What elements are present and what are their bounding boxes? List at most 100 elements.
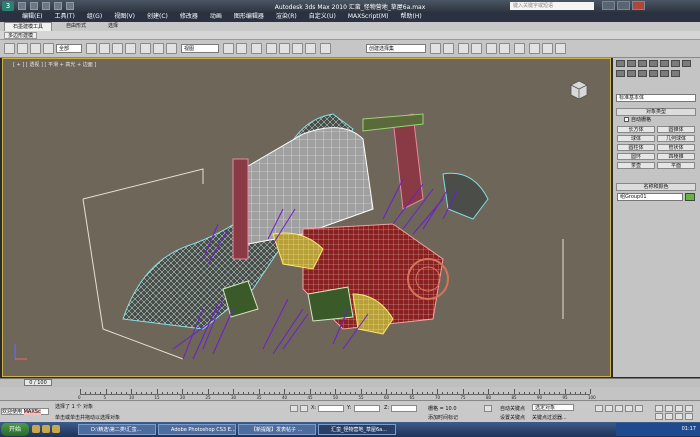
viewcube-icon[interactable] xyxy=(566,77,592,103)
object-type-button[interactable]: 平面 xyxy=(657,162,695,169)
menu-item[interactable]: 图形编辑器 xyxy=(234,12,264,22)
ie-icon[interactable] xyxy=(32,425,40,433)
new-file-icon[interactable] xyxy=(18,2,26,10)
play-icon[interactable] xyxy=(615,405,623,412)
cameras-icon[interactable] xyxy=(638,70,647,77)
snap-icon[interactable] xyxy=(266,43,277,54)
ribbon-tab[interactable]: 选择 xyxy=(100,22,126,31)
task-3dsmax[interactable]: 汇蛮_怪物营地_草屋6a... xyxy=(318,424,396,435)
task-photoshop[interactable]: Adobe Photoshop CS3 E... xyxy=(158,424,236,435)
search-input[interactable]: 键入关键字或短语 xyxy=(510,2,594,10)
utilities-tab-icon[interactable] xyxy=(671,60,680,67)
hierarchy-tab-icon[interactable] xyxy=(638,60,647,67)
ref-coord-dropdown[interactable]: 视图 xyxy=(181,44,219,53)
key-mode-icon[interactable] xyxy=(484,405,492,412)
key-filter-dropdown[interactable]: 选定对象 xyxy=(532,404,574,411)
menu-item[interactable]: 工具(T) xyxy=(54,12,74,22)
viewport-label[interactable]: [ + ] [ 透视 ] [ 平滑 + 高光 + 边面 ] xyxy=(13,61,96,68)
graphite-toggle-icon[interactable] xyxy=(471,43,482,54)
maximize-viewport-icon[interactable] xyxy=(675,413,683,420)
redo-icon[interactable] xyxy=(66,2,74,10)
menu-item[interactable]: 组(G) xyxy=(87,12,102,22)
layer-manager-icon[interactable] xyxy=(458,43,469,54)
rendered-frame-icon[interactable] xyxy=(542,43,553,54)
object-name-field[interactable]: 组Group01 xyxy=(617,193,683,201)
edit-named-selection-icon[interactable] xyxy=(320,43,331,54)
next-frame-icon[interactable] xyxy=(625,405,633,412)
maxscript-listener[interactable]: 欢迎使用 MAXSc xyxy=(1,408,49,415)
ribbon-tab[interactable]: 自由形式 xyxy=(58,22,94,31)
create-tab-icon[interactable] xyxy=(616,60,625,67)
name-color-rollout[interactable]: 名称和颜色 xyxy=(616,183,696,191)
selection-filter-dropdown[interactable]: 全部 xyxy=(56,44,82,53)
object-type-button[interactable]: 茶壶 xyxy=(617,162,655,169)
zoom-all-icon[interactable] xyxy=(665,405,673,412)
app-logo-icon[interactable]: 3 xyxy=(2,1,14,11)
perspective-viewport[interactable] xyxy=(2,58,611,377)
menu-item[interactable]: 视图(V) xyxy=(114,12,135,22)
zoom-extents-icon[interactable] xyxy=(675,405,683,412)
systems-icon[interactable] xyxy=(671,70,680,77)
render-icon[interactable] xyxy=(555,43,566,54)
menu-item[interactable]: 自定义(U) xyxy=(309,12,336,22)
menu-item[interactable]: 渲染(R) xyxy=(276,12,297,22)
menu-item[interactable]: 帮助(H) xyxy=(401,12,422,22)
maxscript-input[interactable]: MAXSc xyxy=(23,409,41,415)
keyboard-shortcut-icon[interactable] xyxy=(251,43,262,54)
geometry-icon[interactable] xyxy=(682,60,691,67)
window-crossing-icon[interactable] xyxy=(125,43,136,54)
link-icon[interactable] xyxy=(30,43,41,54)
object-type-rollout[interactable]: 对象类型 xyxy=(616,108,696,116)
named-selection-dropdown[interactable]: 创建选择集 xyxy=(366,44,426,53)
scale-icon[interactable] xyxy=(166,43,177,54)
maximize-button[interactable] xyxy=(617,1,630,10)
mirror-icon[interactable] xyxy=(430,43,441,54)
y-coord-field[interactable] xyxy=(354,405,380,412)
time-slider[interactable] xyxy=(0,378,700,387)
move-icon[interactable] xyxy=(140,43,151,54)
modify-tab-icon[interactable] xyxy=(627,60,636,67)
display-tab-icon[interactable] xyxy=(660,60,669,67)
menu-item[interactable]: MAXScript(M) xyxy=(348,12,389,22)
object-color-swatch[interactable] xyxy=(685,193,695,201)
orbit-icon[interactable] xyxy=(665,413,673,420)
category-dropdown[interactable]: 标准基本体 xyxy=(616,94,696,102)
absolute-mode-icon[interactable] xyxy=(300,405,308,412)
desktop-icon[interactable] xyxy=(52,425,60,433)
add-time-tag[interactable]: 添加时间标记 xyxy=(428,414,458,421)
lights-icon[interactable] xyxy=(627,70,636,77)
object-type-button[interactable]: 球体 xyxy=(617,135,655,142)
autogrid-checkbox[interactable]: 自动栅格 xyxy=(624,117,694,124)
object-type-button[interactable]: 几何球体 xyxy=(657,135,695,142)
goto-start-icon[interactable] xyxy=(595,405,603,412)
percent-snap-icon[interactable] xyxy=(292,43,303,54)
open-file-icon[interactable] xyxy=(30,2,38,10)
prev-frame-icon[interactable] xyxy=(605,405,613,412)
redo-tool-icon[interactable] xyxy=(17,43,28,54)
object-type-button[interactable]: 四棱锥 xyxy=(657,153,695,160)
object-type-button[interactable]: 圆柱体 xyxy=(617,144,655,151)
menu-item[interactable]: 编辑(E) xyxy=(22,12,42,22)
task-browser[interactable]: 【新提醒】发表帖子 ... xyxy=(238,424,316,435)
object-type-button[interactable]: 管状体 xyxy=(657,144,695,151)
rotate-icon[interactable] xyxy=(153,43,164,54)
set-key-button[interactable]: 设置关键点 xyxy=(500,414,525,421)
checkbox-icon[interactable] xyxy=(624,117,629,122)
select-by-name-icon[interactable] xyxy=(99,43,110,54)
x-coord-field[interactable] xyxy=(318,405,344,412)
undo-tool-icon[interactable] xyxy=(4,43,15,54)
folder-icon[interactable] xyxy=(42,425,50,433)
lock-selection-icon[interactable] xyxy=(290,405,298,412)
zoom-icon[interactable] xyxy=(655,405,663,412)
select-manipulate-icon[interactable] xyxy=(236,43,247,54)
shapes-icon[interactable] xyxy=(616,70,625,77)
render-setup-icon[interactable] xyxy=(529,43,540,54)
object-type-button[interactable]: 圆锥体 xyxy=(657,126,695,133)
task-explorer[interactable]: D:\精选\第二类\汇蛮... xyxy=(78,424,156,435)
spinner-snap-icon[interactable] xyxy=(305,43,316,54)
fov-icon[interactable] xyxy=(655,413,663,420)
spacewarps-icon[interactable] xyxy=(660,70,669,77)
helpers-icon[interactable] xyxy=(649,70,658,77)
key-filters-button[interactable]: 关键点过滤器... xyxy=(532,414,567,421)
angle-snap-icon[interactable] xyxy=(279,43,290,54)
